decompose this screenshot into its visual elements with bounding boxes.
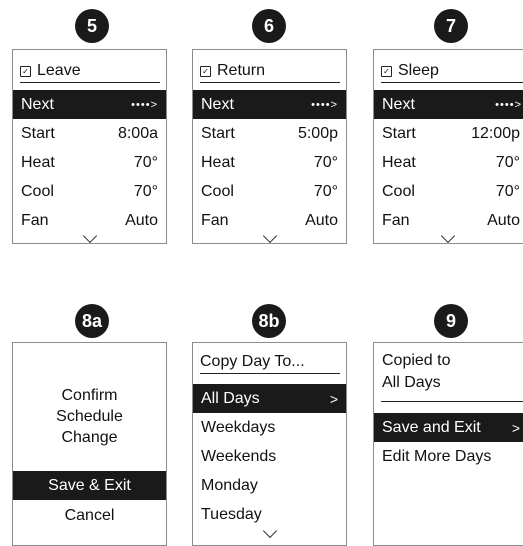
step-badge-8b: 8b (252, 304, 286, 338)
calendar-check-icon: ✓ (20, 65, 31, 77)
step-badge-6: 6 (252, 9, 286, 43)
confirm-message-line3: Change (61, 429, 118, 446)
confirm-schedule-screen: Confirm Schedule Change Save & Exit Canc… (12, 342, 167, 546)
sleep-title: Sleep (398, 62, 439, 79)
message-divider (381, 401, 523, 402)
next-arrow-icon: ••••> (131, 98, 158, 111)
next-row[interactable]: Next ••••> (13, 90, 166, 119)
step-badge-5: 5 (75, 9, 109, 43)
screen-title: ✓ Leave (20, 62, 81, 80)
copy-day-screen: Copy Day To... All Days > Weekdays Weeke… (192, 342, 347, 546)
cool-row[interactable]: Cool 70° (374, 177, 523, 206)
next-row[interactable]: Next ••••> (193, 90, 346, 119)
title-divider (200, 82, 340, 83)
heat-row[interactable]: Heat 70° (193, 148, 346, 177)
step-badge-9: 9 (434, 304, 468, 338)
copied-message-line2: All Days (382, 374, 441, 391)
copied-confirmation-screen: Copied to All Days Save and Exit > Edit … (373, 342, 523, 546)
cool-row[interactable]: Cool 70° (193, 177, 346, 206)
return-schedule-screen: ✓ Return Next ••••> Start 5:00p Heat 70°… (192, 49, 347, 244)
chevron-right-icon: > (329, 390, 338, 407)
next-row[interactable]: Next ••••> (374, 90, 523, 119)
save-exit-button[interactable]: Save & Exit (13, 471, 166, 500)
all-days-option[interactable]: All Days > (193, 384, 346, 413)
copy-day-title: Copy Day To... (200, 353, 305, 370)
calendar-check-icon: ✓ (381, 65, 392, 77)
leave-schedule-screen: ✓ Leave Next ••••> Start 8:00a Heat 70° … (12, 49, 167, 244)
chevron-right-icon: > (511, 419, 520, 436)
save-and-exit-option[interactable]: Save and Exit > (374, 413, 523, 442)
cool-row[interactable]: Cool 70° (13, 177, 166, 206)
heat-row[interactable]: Heat 70° (374, 148, 523, 177)
next-arrow-icon: ••••> (311, 98, 338, 111)
return-title: Return (217, 62, 266, 79)
leave-title: Leave (37, 62, 81, 79)
step-badge-7: 7 (434, 9, 468, 43)
copied-message-line1: Copied to (382, 352, 451, 369)
screen-title: ✓ Return (200, 62, 265, 80)
title-divider (20, 82, 160, 83)
heat-row[interactable]: Heat 70° (13, 148, 166, 177)
confirm-message-line2: Schedule (56, 408, 123, 425)
step-badge-8a: 8a (75, 304, 109, 338)
monday-option[interactable]: Monday (193, 471, 346, 500)
edit-more-days-option[interactable]: Edit More Days (374, 442, 523, 471)
cancel-button[interactable]: Cancel (13, 501, 166, 530)
title-divider (200, 373, 340, 374)
next-arrow-icon: ••••> (495, 98, 522, 111)
sleep-schedule-screen: ✓ Sleep Next ••••> Start 12:00p Heat 70°… (373, 49, 523, 244)
calendar-check-icon: ✓ (200, 65, 211, 77)
confirm-message-line1: Confirm (61, 387, 118, 404)
weekends-option[interactable]: Weekends (193, 442, 346, 471)
start-row[interactable]: Start 5:00p (193, 119, 346, 148)
start-row[interactable]: Start 12:00p (374, 119, 523, 148)
weekdays-option[interactable]: Weekdays (193, 413, 346, 442)
title-divider (381, 82, 523, 83)
screen-title: ✓ Sleep (381, 62, 439, 80)
start-row[interactable]: Start 8:00a (13, 119, 166, 148)
